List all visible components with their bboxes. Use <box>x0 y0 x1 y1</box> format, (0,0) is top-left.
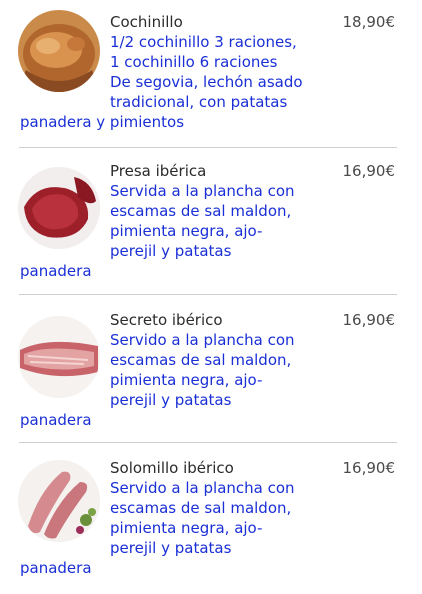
item-name: Solomillo ibérico <box>110 459 234 477</box>
description-line: panadera <box>20 262 92 280</box>
description-line: 1 cochinillo 6 raciones <box>110 53 278 71</box>
description-line: escamas de sal maldon, <box>110 351 292 369</box>
description-line: pimienta negra, ajo- <box>110 222 263 240</box>
menu-item-presa-iberica[interactable]: Presa ibérica 16,90€ Servida a la planch… <box>0 149 422 297</box>
description-line: perejil y patatas <box>110 539 232 557</box>
item-divider <box>19 147 397 148</box>
menu-item-solomillo-iberico[interactable]: Solomillo ibérico 16,90€ Servido a la pl… <box>0 446 422 594</box>
item-name: Cochinillo <box>110 13 183 31</box>
menu-item-secreto-iberico[interactable]: Secreto ibérico 16,90€ Servido a la plan… <box>0 298 422 446</box>
item-description: 1/2 cochinillo 3 raciones, 1 cochinillo … <box>20 32 320 132</box>
item-price: 16,90€ <box>342 162 396 180</box>
description-line: Servida a la plancha con <box>110 182 295 200</box>
description-line: pimienta negra, ajo- <box>110 371 263 389</box>
description-line: 1/2 cochinillo 3 raciones, <box>110 33 297 51</box>
item-divider <box>19 294 397 295</box>
item-description: Servido a la plancha con escamas de sal … <box>20 478 320 578</box>
description-line: perejil y patatas <box>110 391 232 409</box>
description-line: Servido a la plancha con <box>110 331 295 349</box>
description-line: escamas de sal maldon, <box>110 499 292 517</box>
description-line: perejil y patatas <box>110 242 232 260</box>
description-line: tradicional, con patatas <box>110 93 288 111</box>
description-line: pimienta negra, ajo- <box>110 519 263 537</box>
item-price: 18,90€ <box>342 13 396 31</box>
item-divider <box>19 442 397 443</box>
description-line: escamas de sal maldon, <box>110 202 292 220</box>
description-line: panadera y pimientos <box>20 113 185 131</box>
item-description: Servido a la plancha con escamas de sal … <box>20 330 320 430</box>
menu-item-cochinillo[interactable]: Cochinillo 18,90€ 1/2 cochinillo 3 racio… <box>0 0 422 148</box>
item-price: 16,90€ <box>342 311 396 329</box>
description-line: Servido a la plancha con <box>110 479 295 497</box>
item-description: Servida a la plancha con escamas de sal … <box>20 181 320 281</box>
description-line: panadera <box>20 559 92 577</box>
description-line: panadera <box>20 411 92 429</box>
description-line: De segovia, lechón asado <box>110 73 303 91</box>
item-name: Presa ibérica <box>110 162 207 180</box>
item-name: Secreto ibérico <box>110 311 223 329</box>
item-price: 16,90€ <box>342 459 396 477</box>
